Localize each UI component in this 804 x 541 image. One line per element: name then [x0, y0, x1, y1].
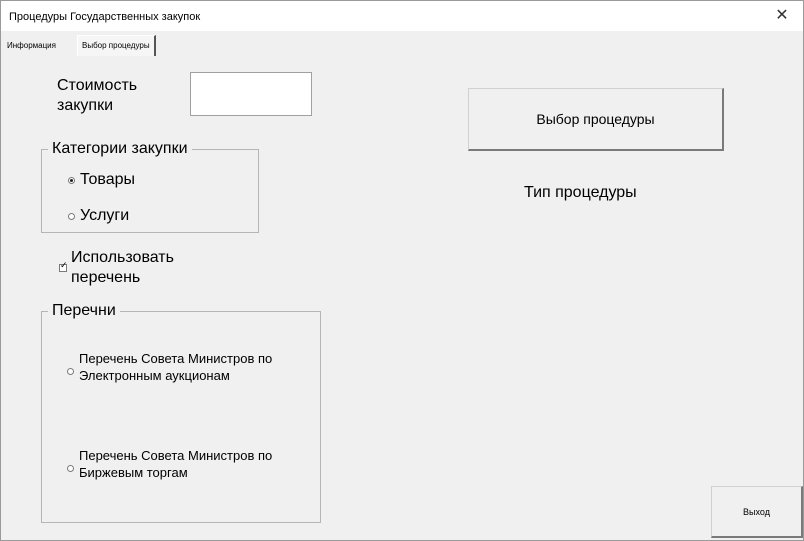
title-bar: Процедуры Государственных закупок ✕ — [1, 1, 803, 31]
procedure-type-label: Тип процедуры — [524, 184, 637, 201]
select-procedure-button[interactable]: Выбор процедуры — [468, 88, 724, 151]
lists-group: Перечни Перечень Совета Министров по Эле… — [41, 301, 321, 523]
category-group: Категории закупки Товары Услуги — [41, 139, 259, 233]
radio-electronic-auctions-label: Перечень Совета Министров по Электронным… — [79, 351, 273, 383]
radio-services-label: Услуги — [80, 207, 130, 224]
use-list-checkbox[interactable]: ✓ Использовать перечень — [59, 248, 211, 288]
radio-services[interactable]: Услуги — [68, 206, 129, 226]
app-window: Процедуры Государственных закупок ✕ Инфо… — [0, 0, 804, 541]
radio-services-dot[interactable] — [68, 212, 75, 220]
lists-group-legend: Перечни — [48, 301, 120, 321]
radio-goods[interactable]: Товары — [68, 170, 135, 190]
use-list-checkbox-box[interactable]: ✓ — [59, 260, 68, 272]
cost-label: Стоимость закупки — [57, 77, 138, 114]
radio-exchange-trading-label: Перечень Совета Министров по Биржевым то… — [79, 448, 273, 480]
radio-electronic-auctions-dot[interactable] — [67, 368, 74, 375]
radio-goods-dot[interactable] — [68, 176, 75, 184]
tab-content-panel: Стоимость закупки Категории закупки Това… — [5, 56, 803, 538]
window-title: Процедуры Государственных закупок — [9, 11, 201, 23]
radio-electronic-auctions[interactable]: Перечень Совета Министров по Электронным… — [67, 350, 309, 384]
tab-select-procedure[interactable]: Выбор процедуры — [77, 35, 156, 56]
radio-exchange-trading-dot[interactable] — [67, 465, 74, 472]
close-icon[interactable]: ✕ — [771, 5, 793, 27]
use-list-label: Использовать перечень — [71, 249, 174, 286]
check-icon: ✓ — [60, 260, 68, 270]
category-group-legend: Категории закупки — [48, 139, 192, 159]
exit-button[interactable]: Выход — [711, 486, 803, 538]
tab-information[interactable]: Информация — [3, 38, 60, 54]
radio-exchange-trading[interactable]: Перечень Совета Министров по Биржевым то… — [67, 447, 309, 481]
cost-input[interactable] — [190, 72, 312, 116]
radio-goods-label: Товары — [80, 171, 136, 188]
tab-strip: Информация Выбор процедуры — [1, 34, 803, 56]
